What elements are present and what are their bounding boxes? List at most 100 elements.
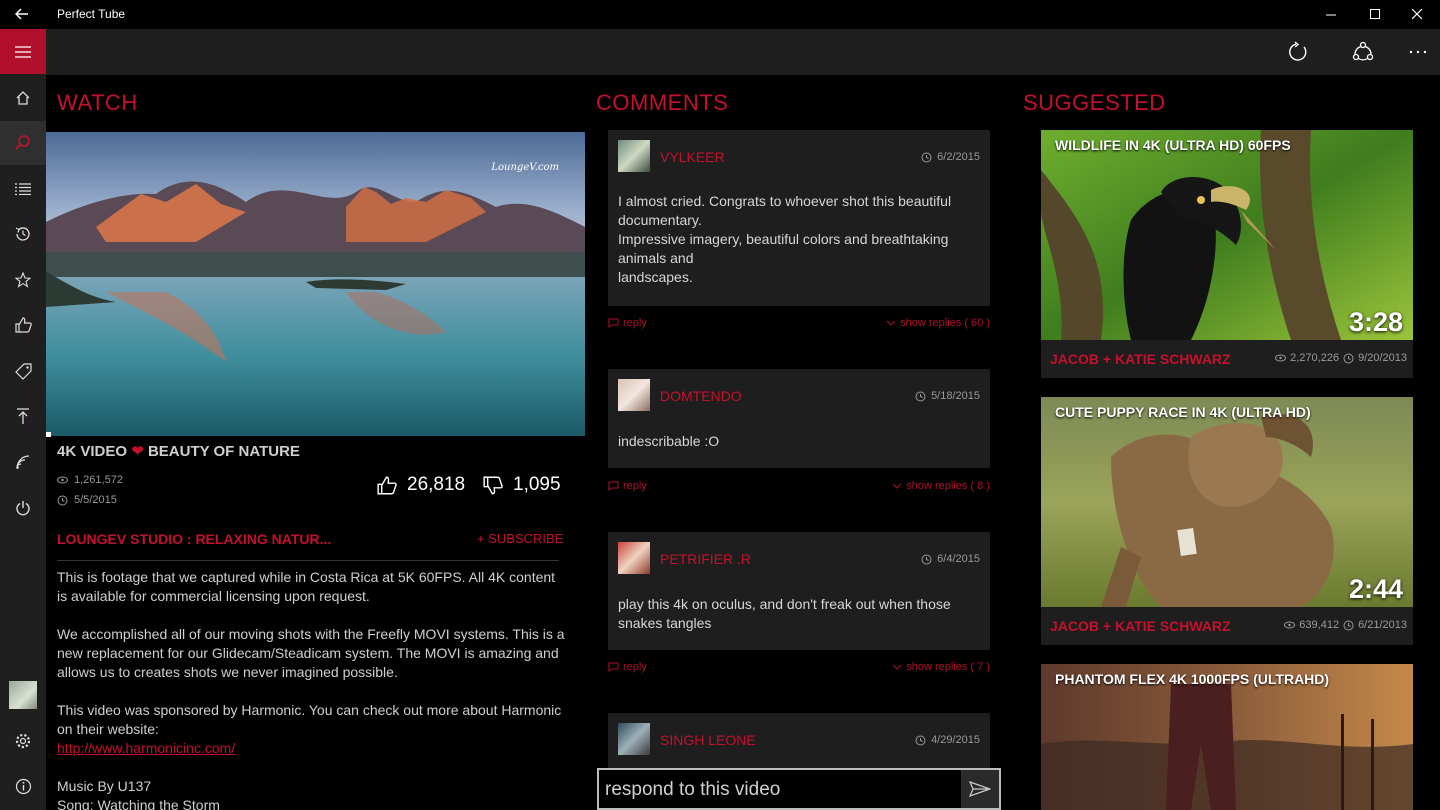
nav-search[interactable]: [0, 121, 46, 165]
nav-favorites[interactable]: [0, 258, 46, 302]
like-button[interactable]: 26,818: [377, 474, 465, 496]
comment-username[interactable]: SINGH LEONE: [660, 732, 756, 748]
comment-username[interactable]: PETRIFIER .R: [660, 551, 751, 567]
comment-avatar[interactable]: [618, 542, 650, 574]
more-icon: [1409, 50, 1427, 54]
star-icon: [15, 272, 31, 288]
video-player[interactable]: LoungeV.com: [46, 132, 585, 436]
close-button[interactable]: [1394, 0, 1440, 29]
comment-date-text: 6/2/2015: [937, 151, 980, 163]
reply-button[interactable]: reply: [608, 317, 647, 329]
comment-avatar[interactable]: [618, 140, 650, 172]
nav-tags[interactable]: [0, 349, 46, 393]
comment-text: I almost cried. Congrats to whoever shot…: [618, 193, 952, 285]
divider: [57, 560, 559, 561]
video-views-count: 1,261,572: [74, 474, 123, 486]
website-link[interactable]: http://www.harmonicinc.com/: [57, 740, 235, 756]
list-icon: [15, 183, 31, 195]
show-replies-button[interactable]: show replies ( 8 ): [892, 480, 990, 492]
suggested-channel[interactable]: JACOB + KATIE SCHWARZ: [1050, 618, 1231, 634]
comment-card: VYLKEER 6/2/2015 I almost cried. Congrat…: [608, 130, 990, 306]
nav-live[interactable]: [0, 440, 46, 484]
reply-button[interactable]: reply: [608, 480, 647, 492]
send-button[interactable]: [961, 770, 999, 808]
show-replies-label: show replies ( 8 ): [906, 480, 990, 492]
heart-icon: ❤: [131, 443, 144, 460]
channel-name[interactable]: LOUNGEV STUDIO : RELAXING NATUR...: [57, 531, 331, 547]
nav-list[interactable]: [0, 167, 46, 211]
thumbs-down-icon: [483, 476, 503, 494]
video-date: 5/5/2015: [57, 494, 117, 506]
nav-history[interactable]: [0, 212, 46, 256]
comment-text: play this 4k on oculus, and don't freak …: [618, 596, 951, 631]
subscribe-button[interactable]: + SUBSCRIBE: [477, 531, 563, 546]
close-icon: [1411, 9, 1422, 20]
suggested-title: PHANTOM FLEX 4K 1000FPS (ULTRAHD): [1055, 671, 1330, 687]
suggested-date: 9/20/2013: [1358, 352, 1407, 364]
upload-icon: [17, 407, 29, 424]
comment-avatar[interactable]: [618, 723, 650, 755]
reply-label: reply: [623, 661, 647, 673]
watch-heading: WATCH: [57, 90, 138, 115]
app-title: Perfect Tube: [57, 7, 126, 21]
nav-settings[interactable]: [0, 719, 46, 763]
nav-home[interactable]: [0, 76, 46, 120]
left-nav: [0, 29, 46, 810]
comment-username[interactable]: DOMTENDO: [660, 388, 742, 404]
nav-about[interactable]: [0, 764, 46, 808]
hamburger-icon: [15, 45, 31, 58]
broadcast-icon: [16, 455, 30, 469]
eye-icon: [1284, 621, 1296, 629]
suggested-thumbnail[interactable]: PHANTOM FLEX 4K 1000FPS (ULTRAHD): [1041, 664, 1413, 810]
comment-username[interactable]: VYLKEER: [660, 149, 725, 165]
nav-upload[interactable]: [0, 394, 46, 438]
show-replies-button[interactable]: show replies ( 7 ): [892, 661, 990, 673]
suggested-duration: 2:44: [1348, 574, 1403, 604]
reply-label: reply: [623, 317, 647, 329]
suggested-thumbnail[interactable]: WILDLIFE IN 4K (ULTRA HD) 60FPS 3:28: [1041, 130, 1413, 340]
suggested-video-card[interactable]: CUTE PUPPY RACE IN 4K (ULTRA HD) 2:44 JA…: [1041, 397, 1413, 645]
hamburger-button[interactable]: [0, 29, 46, 74]
comment-avatar[interactable]: [618, 379, 650, 411]
suggested-video-card[interactable]: WILDLIFE IN 4K (ULTRA HD) 60FPS 3:28 JAC…: [1041, 130, 1413, 378]
dislike-button[interactable]: 1,095: [483, 474, 561, 496]
description-paragraph: This is footage that we captured while i…: [57, 569, 556, 604]
comment-card: DOMTENDO 5/18/2015 indescribable :O: [608, 369, 990, 468]
suggested-views: 2,270,226: [1290, 352, 1340, 364]
nav-power[interactable]: [0, 486, 46, 530]
minimize-button[interactable]: [1308, 0, 1354, 29]
suggested-title: CUTE PUPPY RACE IN 4K (ULTRA HD): [1055, 404, 1311, 420]
respond-input[interactable]: [605, 776, 955, 804]
suggested-channel[interactable]: JACOB + KATIE SCHWARZ: [1050, 351, 1231, 367]
suggested-duration: 3:28: [1348, 307, 1403, 337]
more-button[interactable]: [1403, 37, 1433, 67]
clock-icon: [921, 152, 932, 162]
refresh-icon: [1289, 41, 1307, 61]
nav-liked[interactable]: [0, 303, 46, 347]
like-count: 26,818: [407, 474, 466, 495]
tag-icon: [14, 362, 32, 380]
chevron-down-icon: [886, 320, 896, 326]
description-paragraph: This video was sponsored by Harmonic. Yo…: [57, 701, 567, 758]
share-button[interactable]: [1348, 37, 1378, 67]
send-icon: [969, 781, 991, 797]
maximize-button[interactable]: [1352, 0, 1398, 29]
show-replies-button[interactable]: show replies ( 60 ): [886, 317, 990, 329]
refresh-button[interactable]: [1283, 37, 1313, 67]
respond-box: [597, 768, 1001, 810]
clock-icon: [915, 735, 926, 745]
eye-icon: [57, 476, 68, 484]
suggested-thumbnail[interactable]: CUTE PUPPY RACE IN 4K (ULTRA HD) 2:44: [1041, 397, 1413, 607]
comment-date-text: 5/18/2015: [931, 390, 980, 402]
video-watermark: LoungeV.com: [491, 162, 559, 173]
reply-button[interactable]: reply: [608, 661, 647, 673]
maximize-icon: [1369, 9, 1380, 19]
thumbs-up-icon: [377, 476, 397, 494]
video-progress-indicator[interactable]: [46, 432, 51, 437]
clock-icon: [1343, 620, 1354, 630]
user-avatar[interactable]: [9, 681, 37, 709]
back-button[interactable]: [10, 4, 34, 24]
comment-actions: reply show replies ( 8 ): [608, 480, 990, 496]
suggested-video-card[interactable]: PHANTOM FLEX 4K 1000FPS (ULTRAHD): [1041, 664, 1413, 810]
thumbs-up-icon: [14, 317, 32, 333]
